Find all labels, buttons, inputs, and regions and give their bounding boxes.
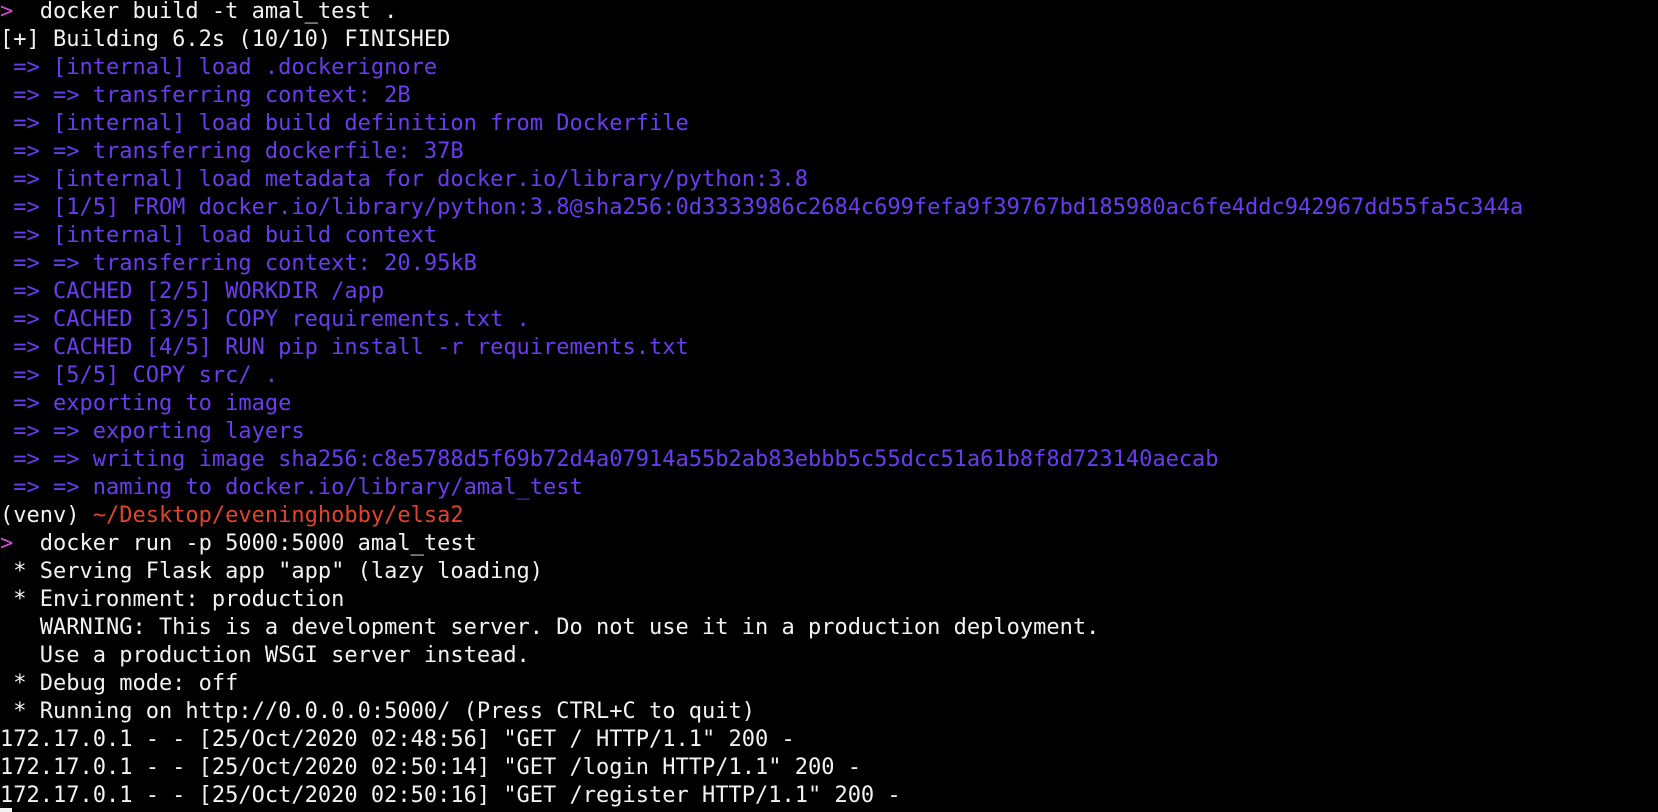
terminal-text: => [internal] load build definition from… <box>0 111 689 136</box>
terminal-text: => [internal] load build context <box>0 223 438 248</box>
terminal-line: => => naming to docker.io/library/amal_t… <box>0 474 583 502</box>
terminal-line: => [1/5] FROM docker.io/library/python:3… <box>0 194 1523 222</box>
prompt-arrow-icon: > <box>0 0 14 24</box>
terminal-line: 172.17.0.1 - - [25/Oct/2020 02:50:16] "G… <box>0 782 901 810</box>
terminal-text: => => transferring context: 20.95kB <box>0 251 477 276</box>
terminal-text: * Environment: production <box>0 587 345 612</box>
terminal-line: => => transferring context: 2B <box>0 82 411 110</box>
current-path: ~/Desktop/eveninghobby/elsa2 <box>92 503 464 528</box>
terminal-text: => CACHED [2/5] WORKDIR /app <box>0 279 385 304</box>
terminal-text: Use a production WSGI server instead. <box>0 643 530 668</box>
terminal-text: * Serving Flask app "app" (lazy loading) <box>0 559 544 584</box>
terminal-text: * Running on http://0.0.0.0:5000/ (Press… <box>0 699 755 724</box>
terminal-text: => CACHED [4/5] RUN pip install -r requi… <box>0 335 689 360</box>
terminal-line: * Serving Flask app "app" (lazy loading) <box>0 558 543 586</box>
terminal-line: => exporting to image <box>0 390 291 418</box>
terminal-text: (venv) <box>0 503 93 528</box>
terminal-line: => => transferring context: 20.95kB <box>0 250 477 278</box>
terminal-text: 172.17.0.1 - - [25/Oct/2020 02:50:16] "G… <box>0 783 901 808</box>
terminal-text: [+] Building 6.2s (10/10) FINISHED <box>0 27 451 52</box>
terminal-line: * Running on http://0.0.0.0:5000/ (Press… <box>0 698 755 726</box>
terminal-line: => CACHED [2/5] WORKDIR /app <box>0 278 384 306</box>
terminal-line: 172.17.0.1 - - [25/Oct/2020 02:50:14] "G… <box>0 754 861 782</box>
terminal-text: WARNING: This is a development server. D… <box>0 615 1100 640</box>
text-cursor <box>0 808 12 812</box>
terminal-line: Use a production WSGI server instead. <box>0 642 530 670</box>
terminal-text: => [internal] load .dockerignore <box>0 55 438 80</box>
terminal-line: => => writing image sha256:c8e5788d5f69b… <box>0 446 1219 474</box>
terminal-text: 172.17.0.1 - - [25/Oct/2020 02:48:56] "G… <box>0 727 795 752</box>
terminal-line: * Debug mode: off <box>0 670 238 698</box>
terminal-line: => CACHED [3/5] COPY requirements.txt . <box>0 306 530 334</box>
terminal-line: * Environment: production <box>0 586 344 614</box>
terminal-text: => => writing image sha256:c8e5788d5f69b… <box>0 447 1219 472</box>
terminal-text: => CACHED [3/5] COPY requirements.txt . <box>0 307 530 332</box>
terminal-line: => => exporting layers <box>0 418 305 446</box>
prompt-arrow-icon: > <box>0 531 14 556</box>
terminal-line: > docker run -p 5000:5000 amal_test <box>0 530 477 558</box>
terminal-text: => [internal] load metadata for docker.i… <box>0 167 808 192</box>
terminal-text: => => transferring context: 2B <box>0 83 411 108</box>
terminal-line: (venv) ~/Desktop/eveninghobby/elsa2 <box>0 502 464 530</box>
terminal-line: => [internal] load metadata for docker.i… <box>0 166 808 194</box>
terminal-line: WARNING: This is a development server. D… <box>0 614 1100 642</box>
terminal-text: => [1/5] FROM docker.io/library/python:3… <box>0 195 1524 220</box>
terminal-line: => [internal] load .dockerignore <box>0 54 437 82</box>
terminal-text: => exporting to image <box>0 391 292 416</box>
terminal-line: => CACHED [4/5] RUN pip install -r requi… <box>0 334 689 362</box>
terminal-window[interactable]: > docker build -t amal_test . [+] Buildin… <box>0 0 1658 812</box>
terminal-text: * Debug mode: off <box>0 671 239 696</box>
terminal-text: 172.17.0.1 - - [25/Oct/2020 02:50:14] "G… <box>0 755 861 780</box>
terminal-text: => => naming to docker.io/library/amal_t… <box>0 475 583 500</box>
terminal-line: [+] Building 6.2s (10/10) FINISHED <box>0 26 450 54</box>
terminal-text: => [5/5] COPY src/ . <box>0 363 279 388</box>
terminal-line: => [internal] load build context <box>0 222 437 250</box>
terminal-line: => => transferring dockerfile: 37B <box>0 138 464 166</box>
terminal-line: => [5/5] COPY src/ . <box>0 362 278 390</box>
terminal-line: > docker build -t amal_test . <box>0 0 397 26</box>
terminal-text: docker run -p 5000:5000 amal_test <box>13 531 477 556</box>
terminal-text: => => transferring dockerfile: 37B <box>0 139 464 164</box>
terminal-text: => => exporting layers <box>0 419 305 444</box>
terminal-line: => [internal] load build definition from… <box>0 110 689 138</box>
terminal-text: docker build -t amal_test . <box>13 0 398 24</box>
terminal-line: 172.17.0.1 - - [25/Oct/2020 02:48:56] "G… <box>0 726 795 754</box>
